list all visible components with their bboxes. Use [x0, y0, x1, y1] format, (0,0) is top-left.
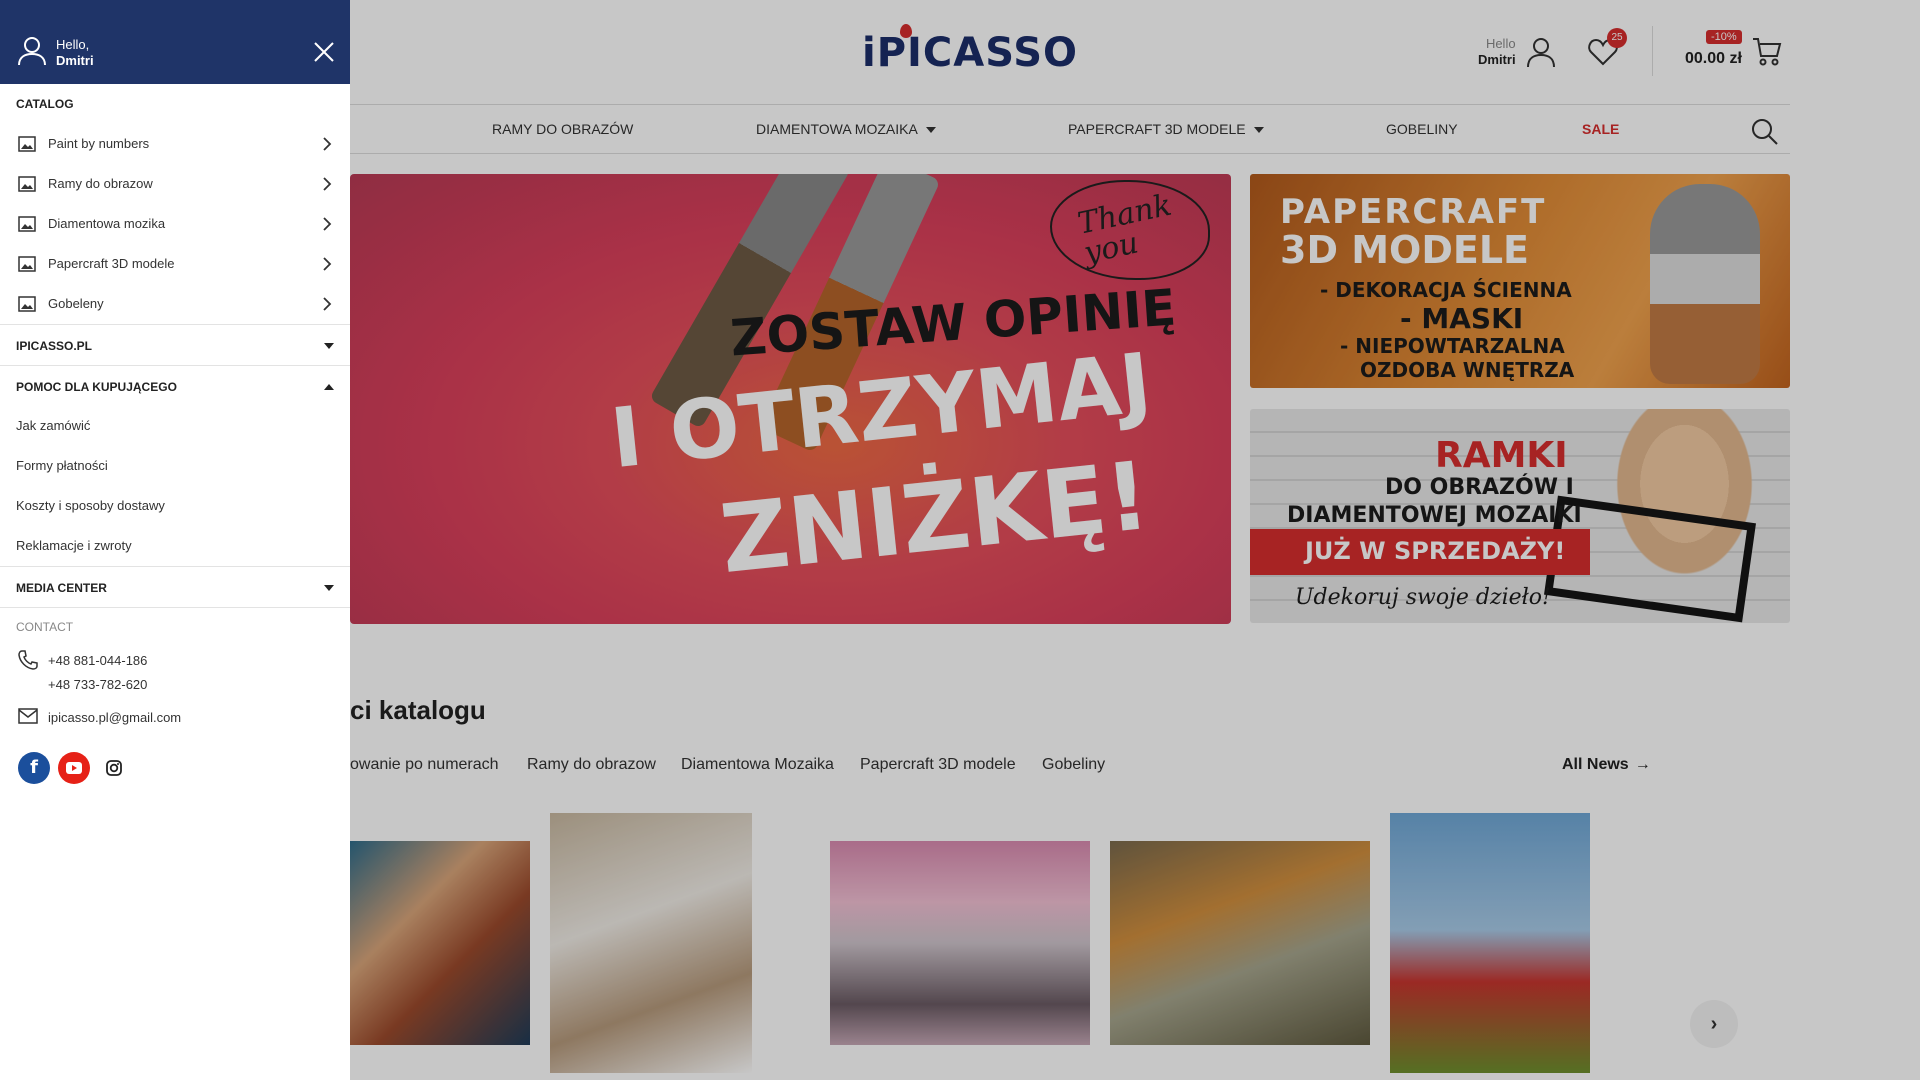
chevron-right-icon [323, 257, 332, 271]
user-icon [18, 37, 46, 66]
chevron-right-icon [323, 137, 332, 151]
play-icon [66, 762, 82, 774]
help-link-order[interactable]: Jak zamówić [16, 418, 90, 433]
image-icon [18, 296, 36, 312]
youtube-icon[interactable] [58, 752, 90, 784]
facebook-icon[interactable]: f [18, 752, 50, 784]
drawer-user-name: Dmitri [56, 53, 94, 68]
chevron-right-icon [323, 297, 332, 311]
drawer-item-label: Diamentowa mozika [48, 216, 166, 231]
drawer-greeting-text: Hello, [56, 37, 90, 52]
drawer-item-papercraft[interactable]: Papercraft 3D modele [0, 244, 350, 284]
drawer-item-diamentowa[interactable]: Diamentowa mozika [0, 204, 350, 244]
drawer-greeting: Hello, Dmitri [56, 37, 94, 69]
drawer-header: Hello, Dmitri [0, 0, 350, 84]
mail-icon [18, 708, 38, 724]
drawer-item-paint-by-numbers[interactable]: Paint by numbers [0, 124, 350, 164]
catalog-label: CATALOG [16, 97, 74, 111]
accordion-label: POMOC DLA KUPUJĄCEGO [16, 380, 177, 394]
accordion-label: MEDIA CENTER [16, 581, 107, 595]
drawer-item-gobeleny[interactable]: Gobeleny [0, 284, 350, 324]
side-drawer: Hello, Dmitri CATALOG Paint by numbers R… [0, 0, 350, 1080]
drawer-item-label: Papercraft 3D modele [48, 256, 175, 271]
accordion-help[interactable]: POMOC DLA KUPUJĄCEGO [0, 366, 350, 406]
contact-label: CONTACT [16, 620, 74, 634]
drawer-item-label: Ramy do obrazow [48, 176, 153, 191]
accordion-label: IPICASSO.PL [16, 339, 93, 353]
accordion-media[interactable]: MEDIA CENTER [0, 567, 350, 607]
caret-down-icon [324, 343, 334, 349]
image-icon [18, 176, 36, 192]
caret-up-icon [324, 384, 334, 390]
close-icon[interactable] [312, 40, 336, 64]
image-icon [18, 216, 36, 232]
phone-icon [18, 650, 38, 670]
help-link-returns[interactable]: Reklamacje i zwroty [16, 538, 132, 553]
chevron-right-icon [323, 177, 332, 191]
phone-number-1[interactable]: +48 881-044-186 [48, 653, 147, 668]
accordion-ipicasso[interactable]: IPICASSO.PL [0, 325, 350, 365]
drawer-item-label: Gobeleny [48, 296, 104, 311]
image-icon [18, 256, 36, 272]
help-link-delivery[interactable]: Koszty i sposoby dostawy [16, 498, 165, 513]
contact-email[interactable]: ipicasso.pl@gmail.com [48, 710, 181, 725]
drawer-item-ramy[interactable]: Ramy do obrazow [0, 164, 350, 204]
divider [0, 607, 350, 608]
image-icon [18, 136, 36, 152]
chevron-right-icon [323, 217, 332, 231]
instagram-icon[interactable] [98, 752, 130, 784]
phone-number-2[interactable]: +48 733-782-620 [48, 677, 147, 692]
help-link-payment[interactable]: Formy płatności [16, 458, 108, 473]
drawer-item-label: Paint by numbers [48, 136, 150, 151]
instagram-glyph [106, 760, 122, 776]
caret-down-icon [324, 585, 334, 591]
